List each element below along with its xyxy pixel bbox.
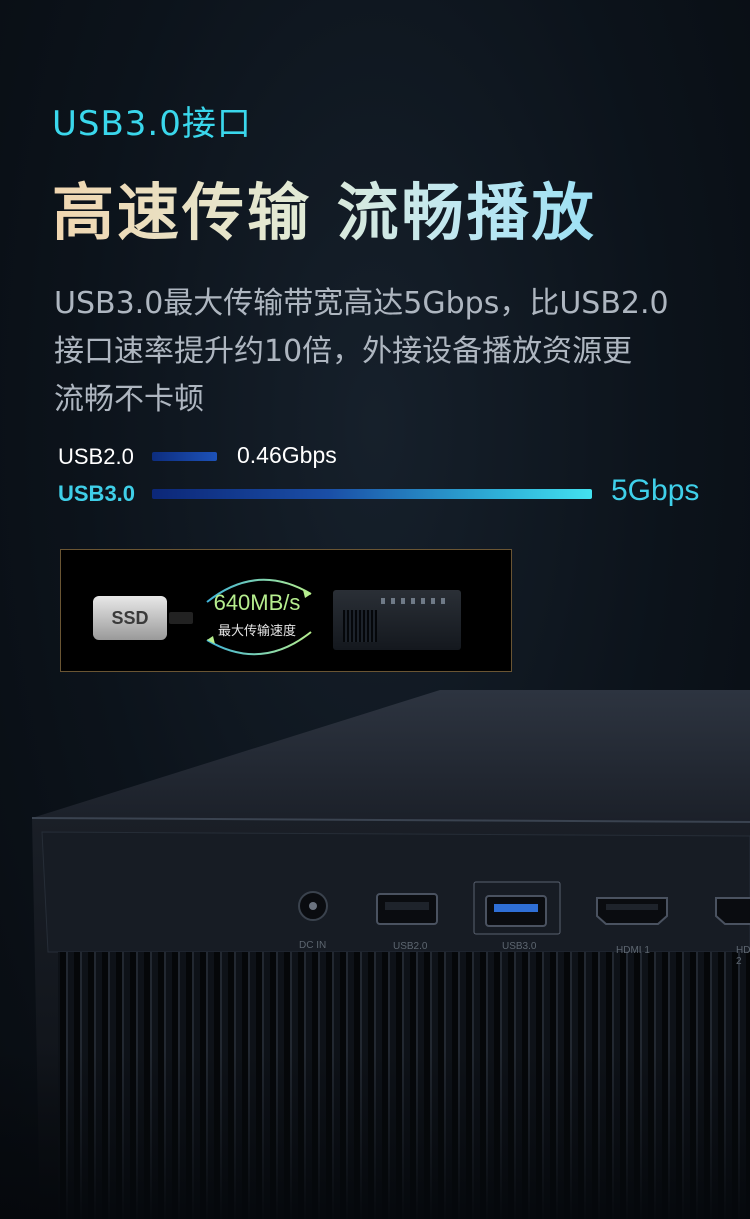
description-line-3: 流畅不卡顿 — [54, 382, 204, 417]
port-label-usb30: USB3.0 — [502, 941, 537, 952]
usb20-bar — [152, 452, 217, 461]
mini-device-grill — [343, 610, 377, 642]
description-line-2: 接口速率提升约10倍，外接设备播放资源更 — [54, 334, 633, 369]
port-label-hdmi1: HDMI 1 — [616, 945, 650, 956]
speed-value: 640MB/s — [213, 590, 301, 615]
speed-caption: 最大传输速度 — [217, 624, 296, 639]
transfer-arrows-icon — [206, 578, 312, 656]
ssd-cable — [169, 612, 193, 624]
usb30-label: USB3.0 — [58, 481, 136, 506]
port-label-usb20: USB2.0 — [393, 941, 428, 952]
usb20-value: 0.46Gbps — [237, 442, 337, 468]
description-line-1: USB3.0最大传输带宽高达5Gbps，比USB2.0 — [54, 286, 669, 321]
mini-device-ports — [381, 598, 451, 604]
usb20-label: USB2.0 — [58, 444, 134, 469]
port-label-hdmi2: HDMI 2 — [736, 945, 750, 967]
usb30-value: 5Gbps — [611, 474, 700, 507]
port-label-dc-in: DC IN — [299, 940, 327, 951]
hdmi1-port — [596, 897, 668, 925]
usb30-bar — [152, 489, 592, 499]
headline: 高速传输 流畅播放 — [52, 162, 597, 252]
description: USB3.0最大传输带宽高达5Gbps，比USB2.0 接口速率提升约10倍，外… — [54, 280, 704, 424]
bottom-fade — [0, 1050, 750, 1219]
subtitle: USB3.0接口 — [52, 104, 252, 144]
hdmi2-port — [715, 897, 750, 925]
mini-device — [333, 590, 461, 650]
ssd-chip: SSD — [93, 596, 167, 640]
transfer-panel: SSD 640MB/s 最大传输速度 — [60, 549, 512, 672]
